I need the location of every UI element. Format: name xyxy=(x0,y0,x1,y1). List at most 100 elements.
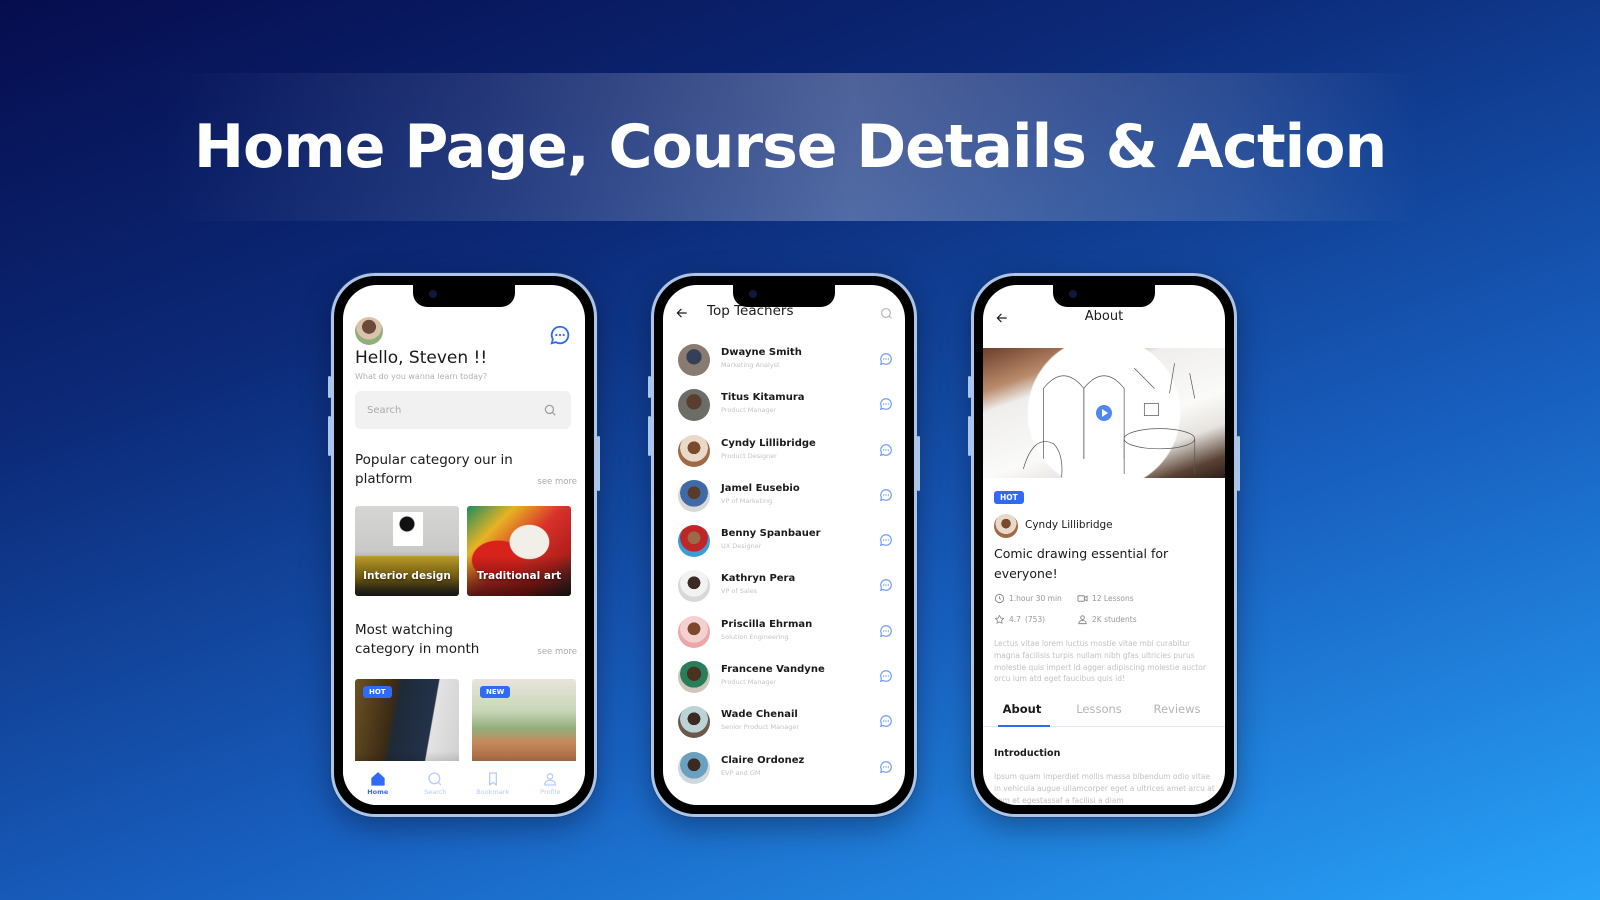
course-video-thumbnail[interactable] xyxy=(983,348,1225,478)
teacher-role: UX Designer xyxy=(721,542,762,551)
see-more-link[interactable]: see more xyxy=(537,647,577,657)
lessons-meta: 12 Lessons xyxy=(1077,593,1134,604)
teacher-role: Product Designer xyxy=(721,451,777,460)
phone-side-button xyxy=(968,416,971,456)
tab-home[interactable]: Home xyxy=(353,771,403,796)
tab-label: Search xyxy=(424,787,447,796)
teacher-name: Jamel Eusebio xyxy=(721,482,800,494)
teacher-avatar xyxy=(678,389,710,422)
teacher-row[interactable]: Jamel Eusebio VP of Marketing xyxy=(675,476,893,521)
duration-text: 1.hour 30 min xyxy=(1009,594,1062,603)
profile-icon xyxy=(544,772,557,786)
students-meta: 2K students xyxy=(1077,614,1137,625)
phone-home: Hello, Steven !! What do you wanna learn… xyxy=(328,273,600,817)
teacher-avatar xyxy=(678,434,710,467)
teacher-name: Cyndy Lillibridge xyxy=(721,437,816,449)
teacher-role: Marketing Analyst xyxy=(721,361,780,369)
tab-about[interactable]: About xyxy=(994,697,1050,727)
students-text: 2K students xyxy=(1092,615,1137,624)
course-description: Lectus vitae lorem luctus mostie vitae m… xyxy=(994,639,1206,684)
phone-side-button xyxy=(648,376,651,398)
chat-icon[interactable] xyxy=(879,352,893,366)
teacher-avatar xyxy=(678,661,710,694)
phone-side-button xyxy=(648,416,651,456)
teacher-row[interactable]: Wade Chenail Senior Product Manager xyxy=(675,702,893,747)
chat-icon[interactable] xyxy=(879,624,893,638)
chat-icon[interactable] xyxy=(879,488,893,502)
author-name[interactable]: Cyndy Lillibridge xyxy=(1025,519,1113,531)
category-card-interior-design[interactable]: Interior design xyxy=(355,506,459,596)
back-arrow-icon[interactable] xyxy=(675,306,689,320)
chat-icon[interactable] xyxy=(879,760,893,774)
teacher-row[interactable]: Dwayne Smith Marketing Analyst xyxy=(675,340,893,385)
lessons-text: 12 Lessons xyxy=(1092,594,1134,603)
home-icon xyxy=(371,771,385,786)
chat-icon[interactable] xyxy=(879,578,893,592)
teacher-avatar xyxy=(678,570,710,603)
most-watching-title: Most watching category in month xyxy=(355,622,480,657)
teachers-screen: Top Teachers Dwayne Smith Marketing Analy… xyxy=(663,285,905,805)
tab-label: Bookmark xyxy=(476,787,510,796)
search-bar[interactable] xyxy=(355,391,571,429)
tab-lessons[interactable]: Lessons xyxy=(1060,697,1138,726)
tab-label: Profile xyxy=(540,787,561,796)
camera-dot xyxy=(429,290,437,298)
teacher-role: Product Manager xyxy=(721,678,777,687)
course-card-interior[interactable]: NEW xyxy=(472,679,576,769)
play-button[interactable] xyxy=(1096,405,1112,421)
course-card-coding[interactable]: HOT xyxy=(355,679,459,769)
bottom-tab-bar: Home Search Bookmark Profile xyxy=(343,761,585,805)
teacher-role: VP of Marketing xyxy=(721,496,773,505)
phone-side-button xyxy=(968,376,971,398)
search-icon[interactable] xyxy=(880,307,893,320)
teacher-row[interactable]: Francene Vandyne Product Manager xyxy=(675,657,893,702)
author-avatar[interactable] xyxy=(994,514,1018,538)
teacher-role: Product Manager xyxy=(721,406,777,415)
see-more-link[interactable]: see more xyxy=(537,477,577,487)
introduction-text: Ipsum quam imperdiet mollis massa bibend… xyxy=(994,772,1215,805)
chat-icon[interactable] xyxy=(879,669,893,683)
hot-badge: HOT xyxy=(994,491,1024,504)
phone-course-details: About HOT Cyndy Lillibridge Comic drawin… xyxy=(968,273,1240,817)
chat-icon[interactable] xyxy=(879,443,893,457)
bookmark-icon xyxy=(488,771,497,786)
search-icon[interactable] xyxy=(543,403,557,417)
title-banner: Home Page, Course Details & Action xyxy=(160,73,1420,221)
teacher-name: Titus Kitamura xyxy=(721,392,805,404)
greeting-subtitle: What do you wanna learn today? xyxy=(355,372,488,381)
teacher-row[interactable]: Claire Ordonez EVP and GM xyxy=(675,748,893,793)
home-screen: Hello, Steven !! What do you wanna learn… xyxy=(343,285,585,805)
chat-icon[interactable] xyxy=(549,324,571,346)
tab-profile[interactable]: Profile xyxy=(525,771,575,796)
teacher-row[interactable]: Kathryn Pera VP of Sales xyxy=(675,566,893,611)
teacher-name: Kathryn Pera xyxy=(721,573,796,585)
tab-search[interactable]: Search xyxy=(410,771,460,796)
teacher-list: Dwayne Smith Marketing Analyst Titus Kitam… xyxy=(675,340,893,793)
chat-icon[interactable] xyxy=(879,714,893,728)
teacher-avatar xyxy=(678,706,710,739)
phone-notch xyxy=(413,285,515,307)
tab-bookmark[interactable]: Bookmark xyxy=(468,771,518,796)
teacher-avatar xyxy=(678,344,710,376)
course-tabs: About Lessons Reviews xyxy=(983,697,1225,727)
search-input[interactable] xyxy=(367,391,537,429)
chat-icon[interactable] xyxy=(879,397,893,411)
user-icon xyxy=(1078,615,1087,625)
tab-reviews[interactable]: Reviews xyxy=(1138,697,1216,726)
teacher-role: Solution Engineering xyxy=(721,632,789,641)
teacher-row[interactable]: Cyndy Lillibridge Product Designer xyxy=(675,431,893,476)
teacher-row[interactable]: Benny Spanbauer UX Designer xyxy=(675,521,893,566)
video-camera-icon xyxy=(1077,595,1088,602)
phone-side-button xyxy=(597,436,600,491)
teacher-row[interactable]: Priscilla Ehrman Solution Engineering xyxy=(675,612,893,657)
introduction-heading: Introduction xyxy=(994,748,1061,759)
phone-notch xyxy=(733,285,835,307)
phone-side-button xyxy=(328,376,331,398)
teacher-row[interactable]: Titus Kitamura Product Manager xyxy=(675,385,893,430)
page-heading: Home Page, Course Details & Action xyxy=(193,112,1387,182)
phone-side-button xyxy=(917,436,920,491)
chat-icon[interactable] xyxy=(879,533,893,547)
phone-side-button xyxy=(1237,436,1240,491)
user-avatar[interactable] xyxy=(355,317,383,345)
category-card-traditional-art[interactable]: Traditional art xyxy=(467,506,571,596)
